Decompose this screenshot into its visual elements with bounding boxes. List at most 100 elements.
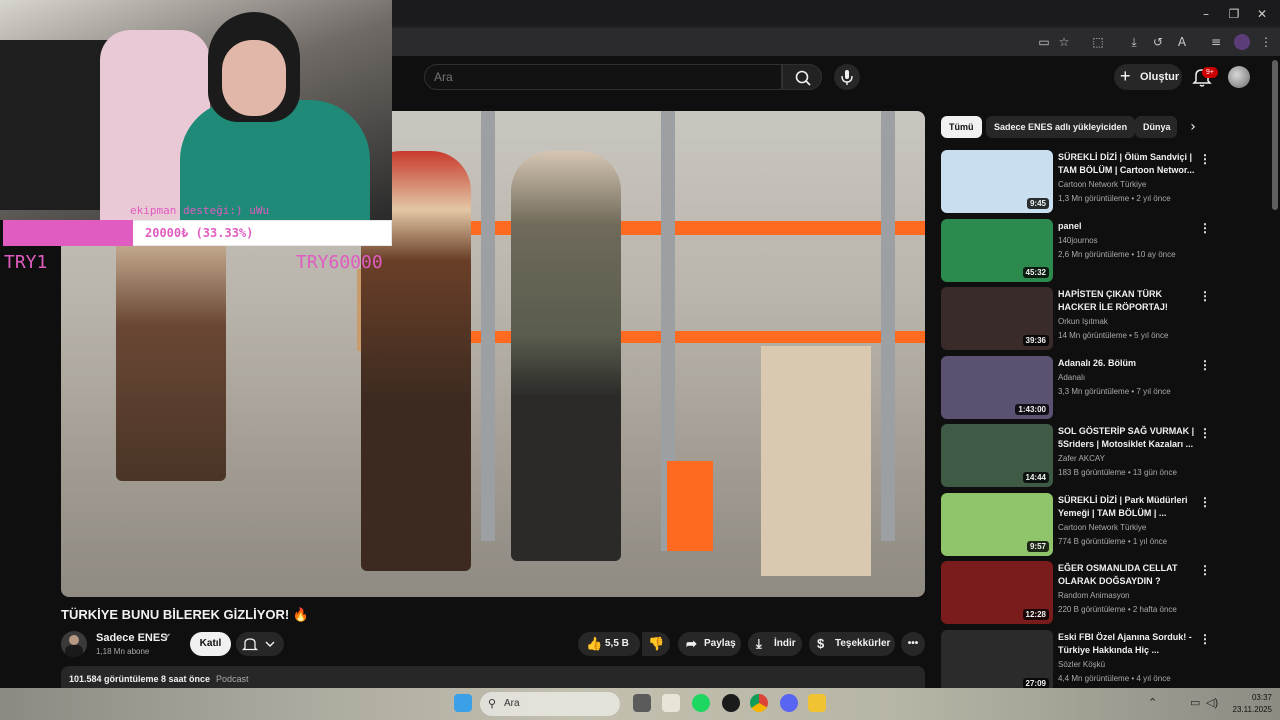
recommendation-title[interactable]: HAPİSTEN ÇIKAN TÜRK HACKER İLE RÖPORTAJ! xyxy=(1058,288,1198,314)
voice-search-button[interactable] xyxy=(834,64,860,90)
history-icon[interactable]: ↺ xyxy=(1150,34,1166,50)
share-button[interactable]: ➦ Paylaş xyxy=(678,632,741,656)
clock-time[interactable]: 03:37 xyxy=(1240,693,1272,702)
scene-rack-post xyxy=(481,111,495,541)
browser-profile-icon[interactable] xyxy=(1234,34,1250,50)
recommendation-item[interactable]: 45:32 panel 140journos 2,6 Mn görüntüleme •… xyxy=(941,219,1241,283)
search-input[interactable] xyxy=(434,68,764,86)
recommendation-title[interactable]: Eski FBI Özel Ajanına Sorduk! - Türkiye … xyxy=(1058,631,1198,657)
recommendation-title[interactable]: Adanalı 26. Bölüm xyxy=(1058,357,1198,370)
recommendation-item[interactable]: 27:09 Eski FBI Özel Ajanına Sorduk! - Tür… xyxy=(941,630,1241,694)
more-vertical-icon[interactable]: ⋮ xyxy=(1199,289,1211,303)
minimize-button[interactable]: – xyxy=(1196,6,1216,22)
recommendation-title[interactable]: EĞER OSMANLIDA CELLAT OLARAK DOĞSAYDIN ? xyxy=(1058,562,1198,588)
file-explorer-icon[interactable] xyxy=(808,694,826,712)
recommendation-channel[interactable]: Zafer AKCAY xyxy=(1058,454,1105,463)
recommendation-item[interactable]: 1:43:00 Adanalı 26. Bölüm Adanalı 3,3 Mn gö… xyxy=(941,356,1241,420)
duration-badge: 14:44 xyxy=(1022,472,1049,483)
recommendation-meta: 183 B görüntüleme • 13 gün önce xyxy=(1058,468,1177,477)
maximize-button[interactable]: ❐ xyxy=(1224,6,1244,22)
chip-from-uploader[interactable]: Sadece ENES adlı yükleyiciden xyxy=(986,116,1136,138)
video-thumbnail[interactable]: 45:32 xyxy=(941,219,1053,282)
more-vertical-icon[interactable]: ⋮ xyxy=(1199,152,1211,166)
channel-name[interactable]: Sadece ENES xyxy=(96,632,168,644)
join-button[interactable]: Katıl xyxy=(190,632,231,656)
scrollbar[interactable] xyxy=(1272,60,1278,210)
chrome-icon[interactable] xyxy=(750,694,768,712)
description-tag[interactable]: Podcast xyxy=(216,674,249,684)
recommendation-item[interactable]: 14:44 SOL GÖSTERİP SAĞ VURMAK | 5Sriders … xyxy=(941,424,1241,488)
thanks-button[interactable]: $ Teşekkürler xyxy=(809,632,895,656)
more-vertical-icon[interactable]: ⋮ xyxy=(1199,221,1211,235)
spotify-icon[interactable] xyxy=(692,694,710,712)
video-thumbnail[interactable]: 1:43:00 xyxy=(941,356,1053,419)
more-vertical-icon[interactable]: ⋮ xyxy=(1199,426,1211,440)
video-thumbnail[interactable]: 9:57 xyxy=(941,493,1053,556)
more-vertical-icon[interactable]: ⋮ xyxy=(1199,632,1211,646)
more-actions-button[interactable]: ••• xyxy=(901,632,925,656)
more-vertical-icon[interactable]: ⋮ xyxy=(1199,358,1211,372)
video-thumbnail[interactable]: 39:36 xyxy=(941,287,1053,350)
video-thumbnail[interactable]: 12:28 xyxy=(941,561,1053,624)
recommendation-item[interactable]: 9:45 SÜREKLİ DİZİ | Ölüm Sandviçi | TAM B… xyxy=(941,150,1241,214)
chip-all[interactable]: Tümü xyxy=(941,116,982,138)
recommendation-channel[interactable]: Adanalı xyxy=(1058,373,1085,382)
video-thumbnail[interactable]: 14:44 xyxy=(941,424,1053,487)
subscribed-button[interactable] xyxy=(236,632,284,656)
translate-icon[interactable]: A xyxy=(1174,34,1190,50)
recommendation-channel[interactable]: Cartoon Network Türkiye xyxy=(1058,523,1146,532)
download-button[interactable]: ⤓ İndir xyxy=(748,632,802,656)
recommendation-meta: 2,6 Mn görüntüleme • 10 ay önce xyxy=(1058,250,1176,259)
duration-badge: 9:57 xyxy=(1026,541,1049,552)
recommendation-channel[interactable]: Sözler Köşkü xyxy=(1058,660,1105,669)
dislike-button[interactable]: 👎 xyxy=(642,632,670,656)
chevron-up-icon[interactable]: ⌃ xyxy=(1148,696,1157,709)
search-button[interactable] xyxy=(782,64,822,90)
notification-badge: 9+ xyxy=(1202,67,1218,78)
recommendation-meta: 3,3 Mn görüntüleme • 7 yıl önce xyxy=(1058,387,1171,396)
obs-icon[interactable] xyxy=(722,694,740,712)
recommendation-channel[interactable]: 140journos xyxy=(1058,236,1098,245)
cast-icon[interactable]: ▭ xyxy=(1036,34,1052,50)
recommendation-item[interactable]: 39:36 HAPİSTEN ÇIKAN TÜRK HACKER İLE RÖPO… xyxy=(941,287,1241,351)
more-vertical-icon[interactable]: ⋮ xyxy=(1199,495,1211,509)
channel-avatar[interactable] xyxy=(61,631,87,657)
more-vertical-icon[interactable]: ⋮ xyxy=(1199,563,1211,577)
recommendation-meta: 1,3 Mn görüntüleme • 2 yıl önce xyxy=(1058,194,1171,203)
scene-person xyxy=(511,151,621,561)
recommendation-channel[interactable]: Random Animasyon xyxy=(1058,591,1130,600)
recommendation-channel[interactable]: Cartoon Network Türkiye xyxy=(1058,180,1146,189)
like-button[interactable]: 👍 5,5 B xyxy=(578,632,640,656)
recommendation-title[interactable]: panel xyxy=(1058,220,1198,233)
recommendation-item[interactable]: 12:28 EĞER OSMANLIDA CELLAT OLARAK DOĞSAY… xyxy=(941,561,1241,625)
recommendation-item[interactable]: 9:57 SÜREKLİ DİZİ | Park Müdürleri Yemeği… xyxy=(941,493,1241,557)
video-thumbnail[interactable]: 9:45 xyxy=(941,150,1053,213)
task-view-icon[interactable] xyxy=(633,694,651,712)
discord-icon[interactable] xyxy=(780,694,798,712)
recommendation-title[interactable]: SOL GÖSTERİP SAĞ VURMAK | 5Sriders | Mot… xyxy=(1058,425,1198,451)
recommendation-title[interactable]: SÜREKLİ DİZİ | Ölüm Sandviçi | TAM BÖLÜM… xyxy=(1058,151,1198,177)
extensions-icon[interactable]: ⬚ xyxy=(1090,34,1106,50)
start-icon[interactable] xyxy=(454,694,472,712)
browser-menu-icon[interactable]: ⋮ xyxy=(1258,34,1274,50)
scene-rack-post xyxy=(881,111,895,541)
avatar[interactable] xyxy=(1228,66,1250,88)
chip-world[interactable]: Dünya xyxy=(1135,116,1177,138)
network-icon[interactable]: ▭ xyxy=(1190,696,1200,709)
close-window-button[interactable]: ✕ xyxy=(1252,6,1272,22)
clock-date[interactable]: 23.11.2025 xyxy=(1226,705,1272,714)
recommendation-title[interactable]: SÜREKLİ DİZİ | Park Müdürleri Yemeği | T… xyxy=(1058,494,1198,520)
address-bar[interactable] xyxy=(392,28,1280,56)
video-thumbnail[interactable]: 27:09 xyxy=(941,630,1053,693)
bookmark-star-icon[interactable]: ☆ xyxy=(1056,34,1072,50)
reading-list-icon[interactable]: ≡ xyxy=(1208,34,1224,50)
recommendation-channel[interactable]: Orkun Işıtmak xyxy=(1058,317,1108,326)
taskbar-search[interactable] xyxy=(480,692,620,716)
tab-strip[interactable] xyxy=(392,0,1280,26)
volume-icon[interactable]: ◁) xyxy=(1206,696,1218,709)
recommendation-meta: 14 Mn görüntüleme • 5 yıl önce xyxy=(1058,331,1169,340)
store-icon[interactable] xyxy=(662,694,680,712)
bell-icon xyxy=(241,638,275,651)
chevron-right-icon[interactable]: › xyxy=(1184,116,1202,138)
download-icon[interactable]: ⤓ xyxy=(1126,34,1142,50)
